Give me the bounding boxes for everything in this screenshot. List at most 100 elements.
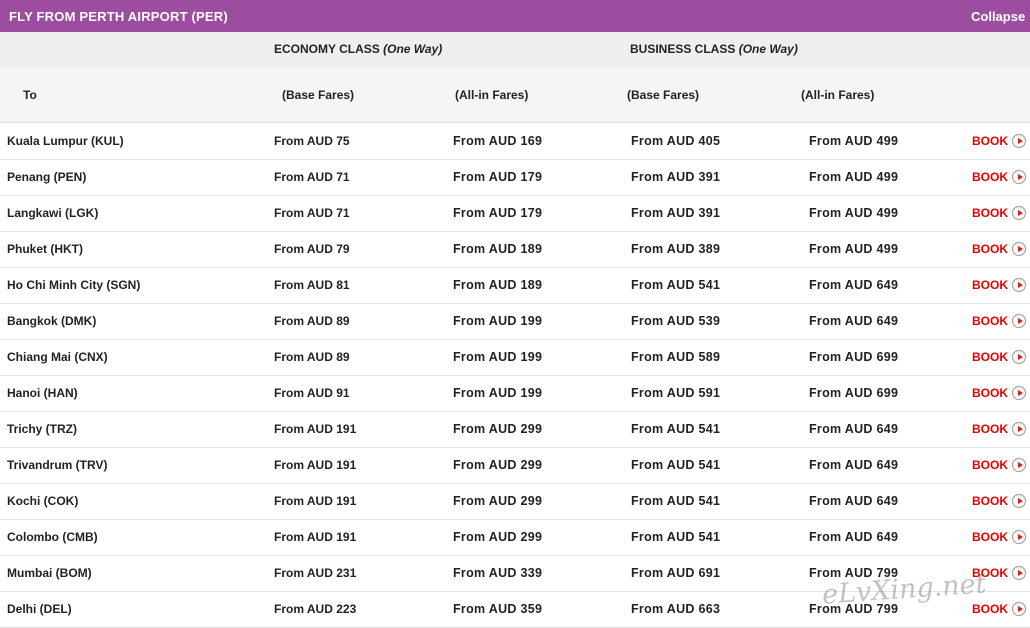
book-button[interactable]: BOOK: [972, 278, 1008, 292]
table-row: Bangkok (DMK) From AUD 89 From AUD 199 From…: [0, 303, 1030, 340]
section-header: FLY FROM PERTH AIRPORT (PER) Collapse: [0, 0, 1030, 32]
economy-allin-fares-header: (All-in Fares): [455, 88, 529, 102]
economy-class-label: ECONOMY CLASS: [274, 42, 380, 56]
book-button[interactable]: BOOK: [972, 530, 1008, 544]
economy-base-fare-cell: From AUD 75: [274, 134, 350, 148]
economy-allin-fare-cell: From AUD 359: [453, 602, 543, 616]
business-base-fare-cell: From AUD 663: [631, 602, 721, 616]
book-button[interactable]: BOOK: [972, 134, 1008, 148]
book-button[interactable]: BOOK: [972, 458, 1008, 472]
business-base-fare-cell: From AUD 391: [631, 170, 721, 184]
economy-allin-fare-cell: From AUD 179: [453, 206, 543, 220]
destination-cell: Langkawi (LGK): [7, 206, 99, 220]
business-base-fare-cell: From AUD 541: [631, 278, 721, 292]
table-row: Colombo (CMB) From AUD 191 From AUD 299 Fro…: [0, 519, 1030, 556]
table-row: Hanoi (HAN) From AUD 91 From AUD 199 From A…: [0, 375, 1030, 412]
destination-cell: Ho Chi Minh City (SGN): [7, 278, 141, 292]
table-row: Langkawi (LGK) From AUD 71 From AUD 179 Fro…: [0, 195, 1030, 232]
business-allin-fare-cell: From AUD 649: [809, 314, 899, 328]
economy-base-fare-cell: From AUD 91: [274, 386, 350, 400]
economy-allin-fare-cell: From AUD 299: [453, 494, 543, 508]
play-arrow-icon[interactable]: [1012, 494, 1026, 508]
economy-base-fare-cell: From AUD 89: [274, 314, 350, 328]
book-button[interactable]: BOOK: [972, 422, 1008, 436]
play-arrow-icon[interactable]: [1012, 422, 1026, 436]
business-trip-type: (One Way): [738, 42, 798, 56]
destination-cell: Hanoi (HAN): [7, 386, 78, 400]
business-allin-fare-cell: From AUD 649: [809, 422, 899, 436]
play-arrow-icon[interactable]: [1012, 350, 1026, 364]
play-arrow-icon[interactable]: [1012, 278, 1026, 292]
economy-allin-fare-cell: From AUD 189: [453, 242, 543, 256]
economy-trip-type: (One Way): [383, 42, 443, 56]
business-base-fare-cell: From AUD 405: [631, 134, 721, 148]
economy-base-fares-header: (Base Fares): [282, 88, 355, 102]
play-arrow-icon[interactable]: [1012, 458, 1026, 472]
destination-cell: Mumbai (BOM): [7, 566, 92, 580]
economy-base-fare-cell: From AUD 191: [274, 494, 357, 508]
destination-cell: Trivandrum (TRV): [7, 458, 108, 472]
economy-allin-fare-cell: From AUD 339: [453, 566, 543, 580]
business-base-fare-cell: From AUD 391: [631, 206, 721, 220]
book-button[interactable]: BOOK: [972, 386, 1008, 400]
business-base-fare-cell: From AUD 389: [631, 242, 721, 256]
business-base-fare-cell: From AUD 539: [631, 314, 721, 328]
business-base-fare-cell: From AUD 691: [631, 566, 721, 580]
play-arrow-icon[interactable]: [1012, 530, 1026, 544]
book-button[interactable]: BOOK: [972, 314, 1008, 328]
destination-cell: Trichy (TRZ): [7, 422, 78, 436]
economy-base-fare-cell: From AUD 191: [274, 530, 357, 544]
economy-base-fare-cell: From AUD 231: [274, 566, 357, 580]
destination-cell: Bangkok (DMK): [7, 314, 97, 328]
economy-base-fare-cell: From AUD 71: [274, 170, 350, 184]
play-arrow-icon[interactable]: [1012, 386, 1026, 400]
book-button[interactable]: BOOK: [972, 242, 1008, 256]
economy-allin-fare-cell: From AUD 199: [453, 386, 543, 400]
economy-allin-fare-cell: From AUD 179: [453, 170, 543, 184]
business-base-fares-header: (Base Fares): [627, 88, 700, 102]
business-allin-fare-cell: From AUD 499: [809, 206, 899, 220]
play-arrow-icon[interactable]: [1012, 170, 1026, 184]
book-button[interactable]: BOOK: [972, 350, 1008, 364]
table-row: Kochi (COK) From AUD 191 From AUD 299 From …: [0, 483, 1030, 520]
destination-cell: Delhi (DEL): [7, 602, 72, 616]
business-allin-fare-cell: From AUD 649: [809, 458, 899, 472]
economy-base-fare-cell: From AUD 71: [274, 206, 350, 220]
table-row: Trivandrum (TRV) From AUD 191 From AUD 299…: [0, 447, 1030, 484]
business-base-fare-cell: From AUD 541: [631, 458, 721, 472]
business-allin-fare-cell: From AUD 649: [809, 278, 899, 292]
play-arrow-icon[interactable]: [1012, 206, 1026, 220]
book-button[interactable]: BOOK: [972, 602, 1008, 616]
destination-cell: Colombo (CMB): [7, 530, 98, 544]
destination-cell: Chiang Mai (CNX): [7, 350, 108, 364]
play-arrow-icon[interactable]: [1012, 602, 1026, 616]
fare-class-header: ECONOMY CLASS (One Way) BUSINESS CLASS (…: [0, 32, 1030, 68]
collapse-button[interactable]: Collapse: [971, 9, 1025, 24]
business-base-fare-cell: From AUD 541: [631, 494, 721, 508]
destination-cell: Penang (PEN): [7, 170, 87, 184]
book-button[interactable]: BOOK: [972, 170, 1008, 184]
business-base-fare-cell: From AUD 541: [631, 530, 721, 544]
book-button[interactable]: BOOK: [972, 206, 1008, 220]
book-button[interactable]: BOOK: [972, 494, 1008, 508]
play-arrow-icon[interactable]: [1012, 566, 1026, 580]
economy-allin-fare-cell: From AUD 299: [453, 530, 543, 544]
play-arrow-icon[interactable]: [1012, 314, 1026, 328]
economy-allin-fare-cell: From AUD 169: [453, 134, 543, 148]
fare-column-headers: To (Base Fares) (All-in Fares) (Base Far…: [0, 68, 1030, 123]
table-row: Trichy (TRZ) From AUD 191 From AUD 299 From…: [0, 411, 1030, 448]
business-allin-fare-cell: From AUD 499: [809, 242, 899, 256]
economy-class-heading: ECONOMY CLASS (One Way): [274, 42, 442, 56]
destination-cell: Kuala Lumpur (KUL): [7, 134, 124, 148]
business-allin-fare-cell: From AUD 649: [809, 530, 899, 544]
to-column-header: To: [23, 88, 37, 102]
section-title: FLY FROM PERTH AIRPORT (PER): [9, 9, 228, 24]
table-row: Chiang Mai (CNX) From AUD 89 From AUD 199 F…: [0, 339, 1030, 376]
play-arrow-icon[interactable]: [1012, 242, 1026, 256]
economy-base-fare-cell: From AUD 79: [274, 242, 350, 256]
table-row: Kuala Lumpur (KUL) From AUD 75 From AUD 16…: [0, 123, 1030, 160]
play-arrow-icon[interactable]: [1012, 134, 1026, 148]
business-class-heading: BUSINESS CLASS (One Way): [630, 42, 798, 56]
business-base-fare-cell: From AUD 591: [631, 386, 721, 400]
economy-allin-fare-cell: From AUD 299: [453, 422, 543, 436]
